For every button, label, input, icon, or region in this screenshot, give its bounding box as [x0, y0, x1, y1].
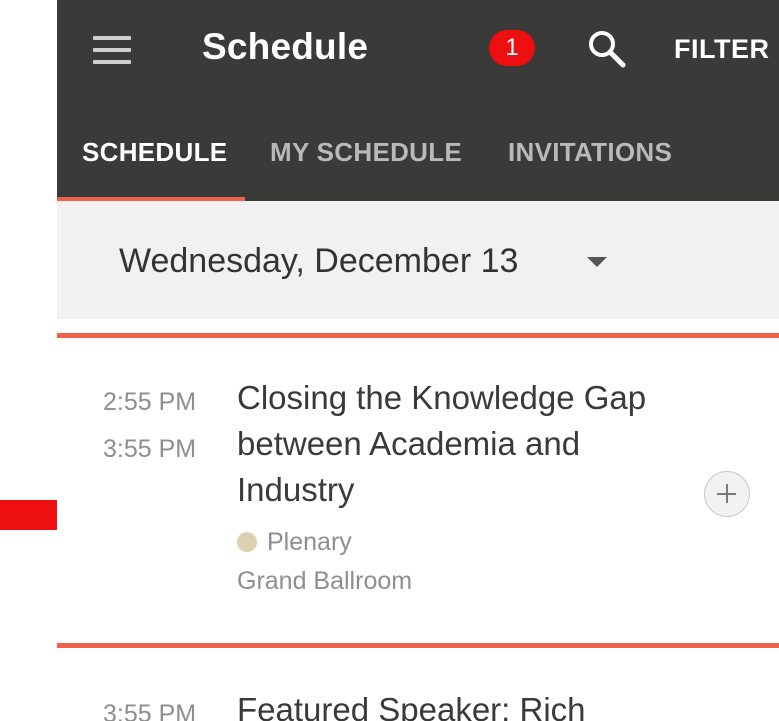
schedule-app: Schedule 1 FILTER SCHEDULE MY SCHEDULE I… — [57, 0, 779, 721]
notification-badge[interactable]: 1 — [489, 30, 535, 66]
session-item[interactable]: 3:55 PM Featured Speaker: Rich — [57, 648, 779, 721]
tab-schedule[interactable]: SCHEDULE — [82, 137, 227, 168]
session-start-time: 3:55 PM — [103, 700, 197, 721]
session-track-label: Plenary — [267, 528, 352, 556]
session-title[interactable]: Featured Speaker: Rich — [237, 687, 737, 721]
tab-bar: SCHEDULE MY SCHEDULE INVITATIONS — [57, 104, 779, 201]
track-color-dot-icon — [237, 532, 257, 552]
session-title[interactable]: Closing the Knowledge Gap between Academ… — [237, 375, 657, 513]
tab-my-schedule[interactable]: MY SCHEDULE — [270, 137, 462, 168]
add-to-schedule-button[interactable] — [704, 471, 750, 517]
search-icon[interactable] — [585, 27, 627, 69]
session-room: Grand Ballroom — [237, 567, 413, 595]
page-title: Schedule — [202, 26, 369, 67]
session-item[interactable]: 2:55 PM 3:55 PM Closing the Knowledge Ga… — [57, 338, 779, 643]
dropdown-caret-icon — [587, 257, 607, 267]
selected-date: Wednesday, December 13 — [119, 242, 519, 280]
tab-invitations[interactable]: INVITATIONS — [508, 137, 672, 168]
app-toolbar: Schedule 1 FILTER — [57, 0, 779, 104]
hamburger-menu-icon[interactable] — [93, 36, 133, 64]
session-track: Plenary — [237, 528, 352, 557]
date-selector[interactable]: Wednesday, December 13 — [57, 201, 779, 319]
session-start-time: 2:55 PM — [103, 388, 197, 416]
session-end-time: 3:55 PM — [103, 435, 197, 463]
filter-button[interactable]: FILTER — [674, 34, 769, 65]
